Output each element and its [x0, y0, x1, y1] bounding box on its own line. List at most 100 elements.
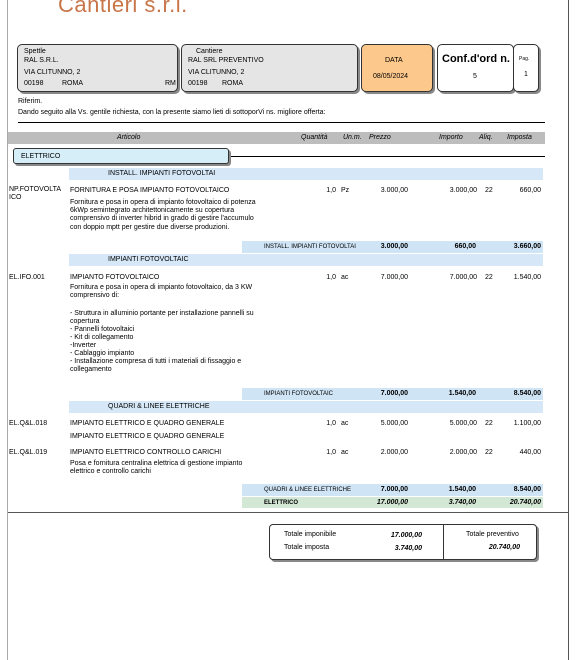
col-aliq: Aliq.	[479, 134, 493, 141]
col-importo: Importo	[439, 134, 463, 141]
subtotal-totale: 8.540,00	[513, 390, 541, 397]
category-total-imposta: 3.740,00	[448, 499, 476, 506]
site-box: Cantiere RAL SRL PREVENTIVO VIA CLITUNNO…	[181, 44, 358, 92]
customer-box: Spettle RAL S.R.L. VIA CLITUNNO, 2 00198…	[17, 44, 178, 92]
page-number-label: Pag.	[519, 56, 530, 62]
item-desc-line: - Pannelli fotovoltaici	[70, 326, 135, 333]
item-desc-line: - Cablaggio impianto	[70, 350, 135, 357]
site-line-2: VIA CLITUNNO, 2	[188, 69, 245, 76]
date-box: DATA 08/05/2024	[361, 44, 433, 92]
category-total-totale: 20.740,00	[509, 499, 541, 506]
item-desc-line: copertura	[70, 318, 100, 325]
category-total-importo: 17.000,00	[376, 499, 408, 506]
item-tax: 440,00	[519, 449, 541, 456]
subtotal-label: IMPIANTI FOTOVOLTAIC	[264, 391, 334, 397]
item-qty: 1,0	[326, 187, 336, 194]
item-desc-line: elettrico e controllo carichi	[70, 468, 151, 475]
tax-total-label: Totale imposta	[284, 544, 330, 551]
subtotal-imposta: 1.540,00	[448, 486, 476, 493]
item-amount: 3.000,00	[449, 187, 477, 194]
section-title: QUADRI & LINEE ELETTRICHE	[108, 403, 210, 410]
item-code: EL.IFO.001	[9, 274, 45, 281]
item-qty: 1,0	[326, 420, 336, 427]
item-desc-line: Posa e fornitura centralina elettrica di…	[70, 460, 243, 467]
reference-label: Riferim.	[18, 98, 43, 105]
col-quantita: Quantità	[301, 134, 328, 141]
subtotal-totale: 3.660,00	[513, 243, 541, 250]
category-rule	[229, 156, 545, 157]
item-desc-line: comprensivo di:	[70, 292, 120, 299]
table-end-rule	[8, 512, 568, 513]
document-page: Cantieri s.r.l. Spettle RAL S.R.L. VIA C…	[0, 0, 585, 660]
date-value: 08/05/2024	[373, 73, 409, 80]
col-prezzo: Prezzo	[369, 134, 391, 141]
page-number-value: 1	[524, 71, 528, 78]
subtotal-importo: 7.000,00	[380, 486, 408, 493]
subtotal-label: QUADRI & LINEE ELETTRICHE	[264, 487, 352, 493]
subtotal-imposta: 660,00	[454, 243, 476, 250]
item-desc-line: IMPIANTO ELETTRICO E QUADRO GENERALE	[70, 433, 225, 440]
item-amount: 7.000,00	[449, 274, 477, 281]
right-margin-line	[568, 0, 569, 660]
customer-city: ROMA	[62, 80, 83, 87]
item-title: IMPIANTO ELETTRICO CONTROLLO CARICHI	[70, 449, 222, 456]
category-label: ELETTRICO	[21, 153, 61, 160]
left-margin-line	[7, 0, 8, 660]
item-desc-line: - Kit di collegamento	[70, 334, 134, 341]
col-um: Un.m.	[343, 134, 362, 141]
item-qty: 1,0	[326, 449, 336, 456]
category-tab: ELETTRICO	[13, 148, 229, 164]
item-title: IMPIANTO ELETTRICO E QUADRO GENERALE	[70, 420, 225, 427]
subtotal-importo: 3.000,00	[380, 243, 408, 250]
intro-text: Dando seguito alla Vs. gentile richiesta…	[18, 109, 326, 116]
site-city: ROMA	[222, 80, 243, 87]
customer-cap: 00198	[24, 80, 44, 87]
item-desc-line: -Inverter	[70, 342, 97, 349]
item-amount: 5.000,00	[449, 420, 477, 427]
item-desc-line: con doppio mptt per gestire due diverse …	[70, 224, 230, 231]
tax-total-value: 3.740,00	[394, 545, 422, 552]
item-vat: 22	[485, 274, 493, 281]
item-code: EL.Q&L.019	[9, 449, 48, 456]
item-desc-line: Fornitura e posa in opera di impianto fo…	[70, 284, 253, 291]
company-logo-text: Cantieri s.r.l.	[58, 0, 188, 17]
quote-total-value: 20.740,00	[488, 544, 520, 551]
item-vat: 22	[485, 187, 493, 194]
order-number-box: Conf.d'ord n. 5	[437, 44, 514, 92]
item-desc-line: comprensivo di inverter hibrid in grado …	[70, 215, 254, 222]
section-title: INSTALL. IMPIANTI FOTOVOLTAI	[108, 170, 216, 177]
col-articolo: Articolo	[117, 134, 141, 141]
item-price: 7.000,00	[380, 274, 408, 281]
item-price: 2.000,00	[380, 449, 408, 456]
totals-box: Totale imponibile 17.000,00 Totale impos…	[269, 524, 537, 560]
category-total-label: ELETTRICO	[264, 500, 298, 506]
date-label: DATA	[385, 57, 403, 64]
item-code: EL.Q&L.018	[9, 420, 48, 427]
site-label: Cantiere	[196, 48, 223, 55]
item-um: Pz	[341, 187, 350, 194]
order-number-label: Conf.d'ord n.	[442, 53, 510, 65]
item-um: ac	[341, 274, 349, 281]
item-tax: 660,00	[519, 187, 541, 194]
subtotal-imposta: 1.540,00	[448, 390, 476, 397]
item-price: 5.000,00	[380, 420, 408, 427]
item-amount: 2.000,00	[449, 449, 477, 456]
subtotal-label: INSTALL. IMPIANTI FOTOVOLTAI	[264, 244, 356, 250]
taxable-total-value: 17.000,00	[390, 532, 422, 539]
item-desc-line: 6kWp semintegrato architettonicamente su…	[70, 207, 235, 214]
customer-label: Spettle	[24, 48, 46, 55]
item-price: 3.000,00	[380, 187, 408, 194]
subtotal-importo: 7.000,00	[380, 390, 408, 397]
customer-line-1: RAL S.R.L.	[24, 57, 59, 64]
site-cap: 00198	[188, 80, 208, 87]
item-code: NP.FOTOVOLTAICO	[9, 186, 61, 201]
quote-total-label: Totale preventivo	[466, 531, 519, 538]
item-qty: 1,0	[326, 274, 336, 281]
item-um: ac	[341, 449, 349, 456]
item-title: IMPIANTO FOTOVOLTAICO	[70, 274, 160, 281]
item-desc-line: Fornitura e posa in opera di impianto fo…	[70, 199, 256, 206]
customer-line-2: VIA CLITUNNO, 2	[24, 69, 81, 76]
item-desc-line: - Installazione compresa di tutti i mate…	[70, 358, 242, 365]
section-title: IMPIANTI FOTOVOLTAIC	[108, 256, 189, 263]
taxable-total-label: Totale imponibile	[284, 531, 337, 538]
